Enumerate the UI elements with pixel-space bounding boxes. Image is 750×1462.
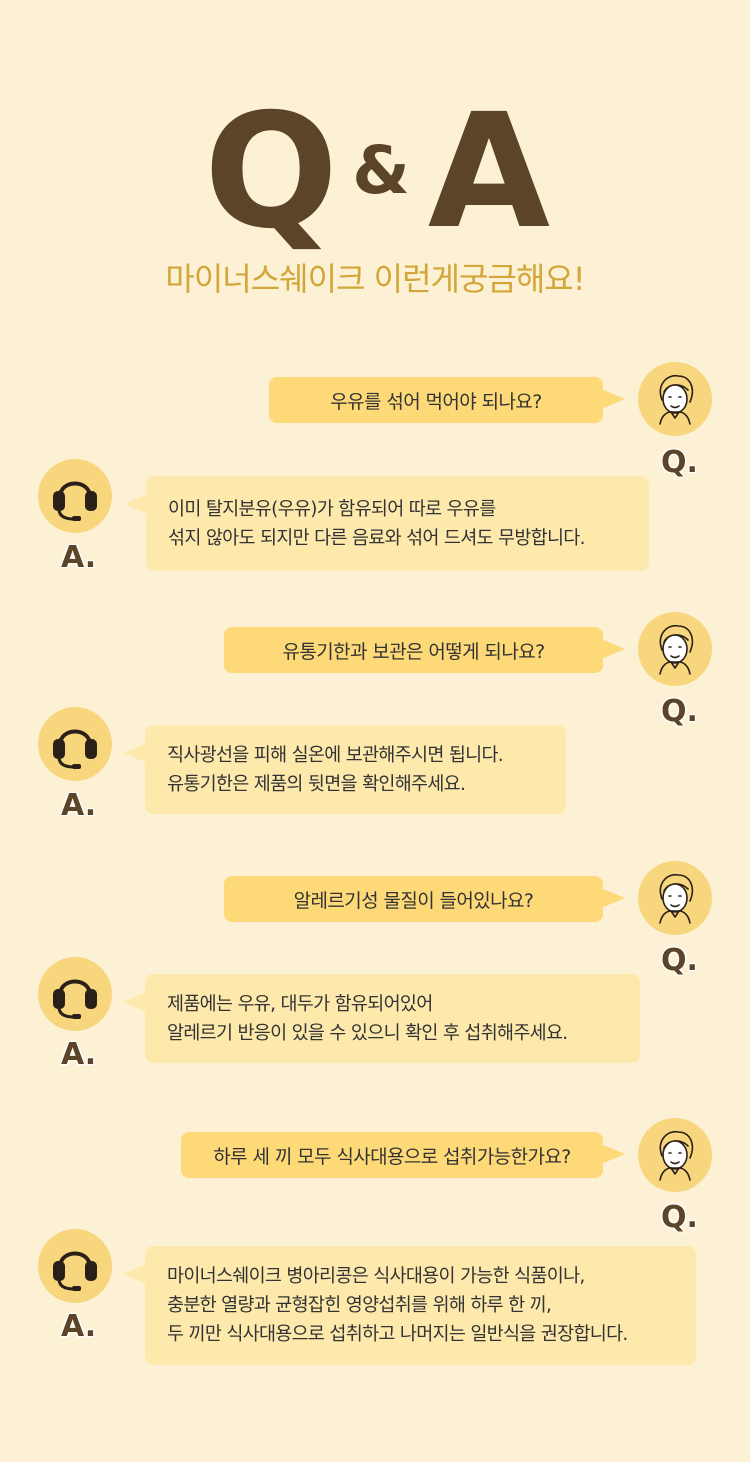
question-label-4: Q. — [661, 1200, 698, 1235]
qa-page: Q & A 마이너스쉐이크 이런게궁금해요! 우유를 섞어 먹어야 되나요? Q… — [0, 0, 750, 1462]
title-ampersand: & — [352, 132, 410, 209]
answer-label-1: A. — [61, 540, 97, 575]
headset-icon — [38, 957, 112, 1031]
answer-line: 충분한 열량과 균형잡힌 영양섭취를 위해 하루 한 끼, — [167, 1295, 552, 1316]
woman-avatar-icon — [638, 1118, 712, 1192]
page-subtitle: 마이너스쉐이크 이런게궁금해요! — [165, 260, 585, 298]
title-q: Q — [203, 80, 338, 264]
answer-line: 마이너스쉐이크 병아리콩은 식사대용이 가능한 식품이나, — [167, 1266, 585, 1287]
question-bubble-1: 우유를 섞어 먹어야 되나요? — [269, 377, 625, 423]
headset-icon — [38, 459, 112, 533]
question-text-4: 하루 세 끼 모두 식사대용으로 섭취가능한가요? — [213, 1145, 571, 1168]
qa-title: Q & A — [0, 80, 750, 264]
answer-line: 제품에는 우유, 대두가 함유되어있어 — [167, 993, 433, 1015]
answer-line: 직사광선을 피해 실온에 보관해주시면 됩니다. — [167, 744, 504, 766]
answer-bubble-2: 직사광선을 피해 실온에 보관해주시면 됩니다. 유통기한은 제품의 뒷면을 확… — [123, 725, 566, 814]
question-text-1: 우유를 섞어 먹어야 되나요? — [330, 390, 542, 413]
question-text-3: 알레르기성 물질이 들어있나요? — [293, 889, 534, 912]
answer-bubble-3: 제품에는 우유, 대두가 함유되어있어 알레르기 반응이 있을 수 있으니 확인… — [123, 974, 640, 1063]
woman-avatar-icon — [638, 612, 712, 686]
answer-label-3: A. — [61, 1037, 97, 1072]
answer-bubble-1: 이미 탈지분유(우유)가 함유되어 따로 우유를 섞지 않아도 되지만 다른 음… — [124, 476, 649, 571]
question-bubble-3: 알레르기성 물질이 들어있나요? — [224, 876, 625, 922]
answer-label-4: A. — [61, 1309, 97, 1344]
answer-bubble-4: 마이너스쉐이크 병아리콩은 식사대용이 가능한 식품이나, 충분한 열량과 균형… — [123, 1246, 696, 1365]
question-label-3: Q. — [661, 943, 698, 978]
headset-icon — [38, 1229, 112, 1303]
question-text-2: 유통기한과 보관은 어떻게 되나요? — [282, 640, 545, 663]
question-bubble-4: 하루 세 끼 모두 식사대용으로 섭취가능한가요? — [181, 1132, 625, 1178]
woman-avatar-icon — [638, 362, 712, 436]
question-label-2: Q. — [661, 694, 698, 729]
title-a: A — [427, 80, 550, 264]
answer-line: 이미 탈지분유(우유)가 함유되어 따로 우유를 — [168, 498, 496, 520]
question-label-1: Q. — [661, 445, 698, 480]
woman-avatar-icon — [638, 861, 712, 935]
answer-line: 두 끼만 식사대용으로 섭취하고 나머지는 일반식을 권장합니다. — [167, 1324, 628, 1345]
headset-icon — [38, 707, 112, 781]
answer-label-2: A. — [61, 788, 97, 823]
answer-line: 유통기한은 제품의 뒷면을 확인해주세요. — [167, 773, 466, 795]
question-bubble-2: 유통기한과 보관은 어떻게 되나요? — [224, 627, 625, 673]
answer-line: 알레르기 반응이 있을 수 있으니 확인 후 섭취해주세요. — [167, 1022, 568, 1044]
answer-line: 섞지 않아도 되지만 다른 음료와 섞어 드셔도 무방합니다. — [168, 527, 586, 549]
